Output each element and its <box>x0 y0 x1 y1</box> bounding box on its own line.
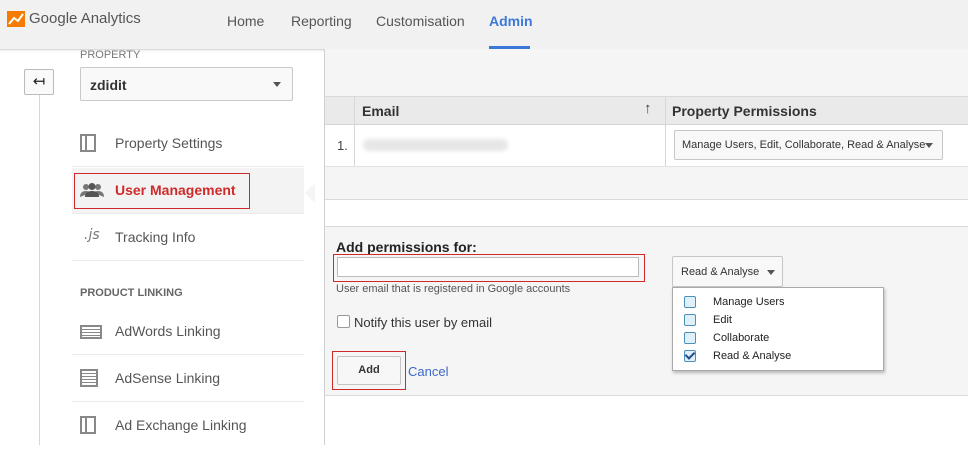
chevron-down-icon <box>273 82 281 87</box>
chevron-down-icon <box>925 143 933 148</box>
main-header-panel <box>325 49 968 96</box>
option-label: Read & Analyse <box>713 350 792 362</box>
permission-option-edit[interactable]: Edit <box>673 311 883 329</box>
column-header-permissions: Property Permissions <box>672 103 817 119</box>
add-permissions-panel: Add permissions for: User email that is … <box>325 226 968 396</box>
checkbox[interactable] <box>684 332 696 344</box>
permission-option-collaborate[interactable]: Collaborate <box>673 329 883 347</box>
chevron-down-icon <box>767 270 775 275</box>
checkbox[interactable] <box>684 314 696 326</box>
page-icon <box>80 134 96 152</box>
highlight-box: Add <box>332 351 406 390</box>
adwords-icon <box>80 325 102 339</box>
column-header-email[interactable]: Email <box>362 103 399 119</box>
cancel-link[interactable]: Cancel <box>408 364 448 379</box>
sidebar-item-label: Property Settings <box>115 135 223 151</box>
column-divider <box>354 125 355 166</box>
table-row: 1. Manage Users, Edit, Collaborate, Read… <box>325 125 968 167</box>
permission-select-value: Read & Analyse <box>681 266 760 278</box>
sidebar-item-label: AdSense Linking <box>115 370 221 386</box>
row-permissions-value: Manage Users, Edit, Collaborate, Read & … <box>682 139 926 151</box>
js-icon: .js <box>84 227 100 243</box>
nav-customisation[interactable]: Customisation <box>376 13 465 29</box>
sidebar-item-adsense-linking[interactable]: AdSense Linking <box>72 356 304 402</box>
email-help-text: User email that is registered in Google … <box>336 283 571 295</box>
back-button[interactable]: ↤ <box>24 69 54 95</box>
column-divider <box>665 97 666 125</box>
permission-dropdown-menu: Manage Users Edit Collaborate Read & Ana… <box>672 287 884 371</box>
adexchange-icon <box>80 416 96 434</box>
option-label: Edit <box>713 314 732 326</box>
add-button[interactable]: Add <box>337 356 401 385</box>
sidebar-item-property-settings[interactable]: Property Settings <box>72 121 304 167</box>
adsense-icon <box>80 369 98 387</box>
redacted-email <box>363 139 508 151</box>
back-arrow-icon: ↤ <box>32 73 46 90</box>
top-bar: Google Analytics Home Reporting Customis… <box>0 0 968 50</box>
nav-home[interactable]: Home <box>227 13 264 29</box>
sidebar-item-tracking-info[interactable]: .js Tracking Info <box>72 215 304 261</box>
notify-checkbox[interactable] <box>337 315 350 328</box>
highlight-box <box>74 173 250 209</box>
selection-pointer <box>305 183 315 203</box>
permission-option-manage-users[interactable]: Manage Users <box>673 293 883 311</box>
option-label: Manage Users <box>713 296 785 308</box>
analytics-logo-icon <box>7 11 25 27</box>
table-header: Email ↑ Property Permissions <box>325 97 968 125</box>
user-email-input[interactable] <box>337 257 639 277</box>
checkbox[interactable] <box>684 296 696 308</box>
permission-select[interactable]: Read & Analyse <box>672 256 783 287</box>
property-label: PROPERTY <box>80 49 141 61</box>
sidebar-item-ad-exchange-linking[interactable]: Ad Exchange Linking <box>72 403 304 449</box>
property-select[interactable]: zdidit <box>80 67 293 101</box>
sidebar-item-label: AdWords Linking <box>115 323 221 339</box>
column-divider <box>665 125 666 166</box>
row-index: 1. <box>337 138 348 153</box>
notify-label: Notify this user by email <box>354 315 492 330</box>
option-label: Collaborate <box>713 332 770 344</box>
nav-admin[interactable]: Admin <box>489 13 533 29</box>
add-permissions-title: Add permissions for: <box>336 239 477 255</box>
checkbox-checked[interactable] <box>684 350 696 362</box>
sidebar-item-label: Tracking Info <box>115 229 196 245</box>
highlight-box <box>333 254 645 282</box>
row-permissions-select[interactable]: Manage Users, Edit, Collaborate, Read & … <box>674 130 943 160</box>
nav-reporting[interactable]: Reporting <box>291 13 352 29</box>
permission-option-read-analyse[interactable]: Read & Analyse <box>673 347 883 365</box>
sidebar-item-adwords-linking[interactable]: AdWords Linking <box>72 309 304 355</box>
app-logo-text: Google Analytics <box>29 10 141 27</box>
product-linking-heading: PRODUCT LINKING <box>80 287 183 299</box>
gutter-divider <box>39 95 40 445</box>
sort-ascending-icon[interactable]: ↑ <box>644 100 652 117</box>
users-table: Email ↑ Property Permissions 1. Manage U… <box>325 96 968 200</box>
column-divider <box>354 97 355 125</box>
property-value: zdidit <box>90 77 127 93</box>
sidebar-item-label: Ad Exchange Linking <box>115 417 247 433</box>
